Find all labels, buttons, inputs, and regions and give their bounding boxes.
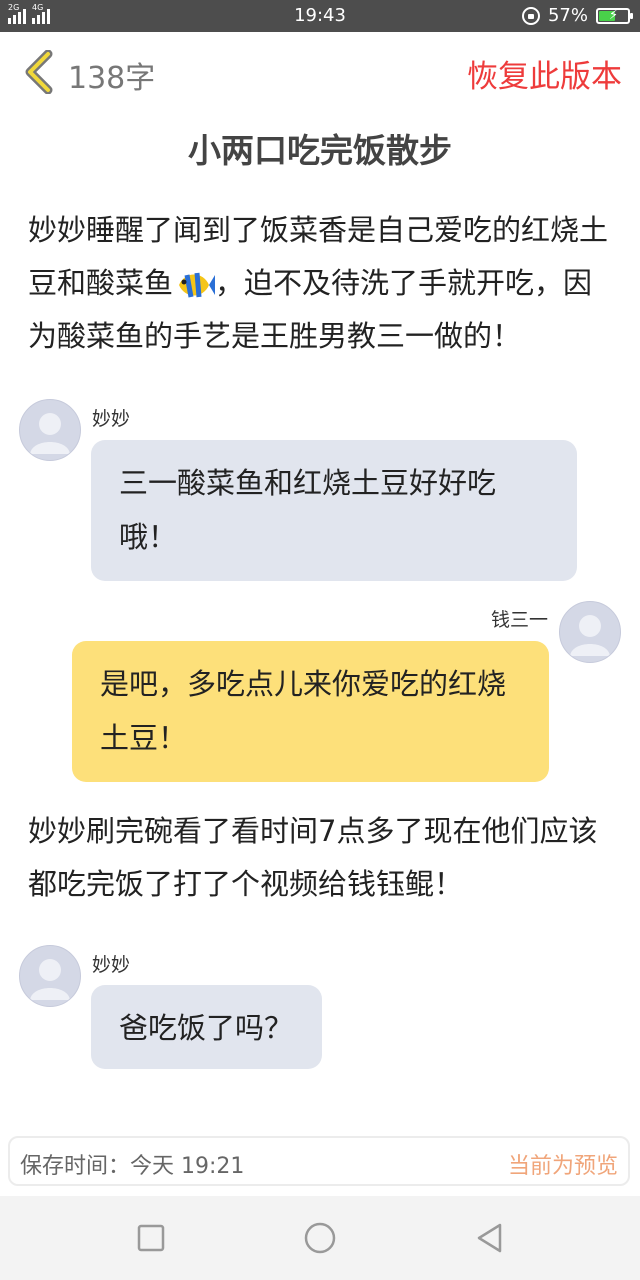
avatar[interactable] (559, 601, 621, 663)
recents-icon[interactable] (133, 1220, 169, 1256)
avatar[interactable] (19, 399, 81, 461)
preview-status: 当前为预览 (507, 1154, 618, 1179)
home-icon[interactable] (302, 1220, 338, 1256)
fish-emoji-icon (179, 272, 216, 298)
page-title: 小两口吃完饭散步 (188, 131, 452, 170)
save-time: 保存时间：今天 19:21 (20, 1154, 245, 1179)
save-info-bar: 保存时间：今天 19:21 当前为预览 (8, 1136, 630, 1186)
message-bubble[interactable]: 三一酸菜鱼和红烧土豆好好吃哦！ (91, 440, 577, 581)
story-paragraph: 妙妙睡醒了闻到了饭菜香是自己爱吃的红烧土豆和酸菜鱼 ，迫不及待洗了手就开吃，因为… (28, 204, 612, 363)
message-bubble[interactable]: 是吧，多吃点儿来你爱吃的红烧土豆！ (72, 641, 549, 782)
message-bubble[interactable]: 爸吃饭了吗？ (91, 985, 322, 1069)
battery-icon: ⚡ (596, 7, 633, 24)
restore-version-button[interactable]: 恢复此版本 (467, 51, 622, 96)
rotation-lock-icon (521, 6, 540, 25)
system-nav-bar (0, 1196, 640, 1280)
avatar[interactable] (19, 945, 81, 1007)
top-bar: 138字 恢复此版本 (0, 32, 640, 112)
back-arrow-icon[interactable] (22, 50, 58, 94)
sender-name: 钱三一 (490, 609, 548, 631)
back-icon[interactable] (472, 1220, 508, 1256)
status-bar: 2G 4G 19:43 57% ⚡ (0, 0, 640, 32)
sender-name: 妙妙 (92, 954, 131, 976)
word-count: 138字 (68, 61, 156, 96)
charging-icon: ⚡ (609, 7, 619, 23)
battery-percent: 57% (547, 5, 588, 26)
story-paragraph: 妙妙刷完碗看了看时间7点多了现在他们应该都吃完饭了打了个视频给钱钰鲲！ (28, 814, 598, 901)
sender-name: 妙妙 (92, 408, 131, 430)
